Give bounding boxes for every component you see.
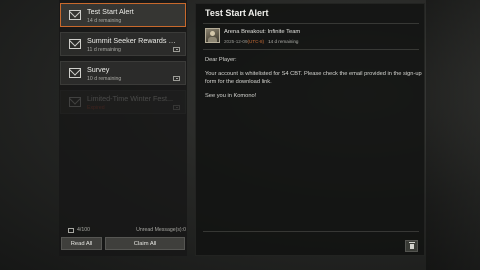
mail-body-line: Your account is whitelisted for S4 CBT. … [205,71,422,77]
mail-item[interactable]: Test Start Alert 14 d remaining [60,3,186,27]
mail-meta: 2025-12-09(UTC-8) 14 d remaining [224,39,298,44]
mail-list-panel: Test Start Alert 14 d remaining Summit S… [59,0,187,256]
mail-item-title: Limited-Time Winter Fest... [87,94,173,103]
mail-detail-title: Test Start Alert [205,8,269,18]
mail-remaining: 14 d remaining [268,39,299,44]
mail-icon [69,68,81,78]
mail-icon [69,10,81,20]
mail-item-title: Test Start Alert [87,7,134,16]
sender-avatar [205,28,220,43]
divider [203,231,419,232]
unread-count: Unread Message(s):0 [136,227,186,233]
mail-item-remaining: 14 d remaining [87,18,122,24]
mail-list: Test Start Alert 14 d remaining Summit S… [59,3,187,119]
attachment-icon [173,76,180,81]
delete-mail-button[interactable] [405,240,418,252]
mail-item-remaining: 10 d remaining [87,76,122,82]
read-all-button[interactable]: Read All [61,237,102,250]
mail-body-line: See you in Komono! [205,93,257,99]
mail-item-title: Summit Seeker Rewards Di... [87,36,179,45]
mail-item-remaining: 11 d remaining [87,47,121,53]
trash-icon [409,242,415,249]
mail-item[interactable]: Summit Seeker Rewards Di... 11 d remaini… [60,32,186,56]
mail-icon [68,228,74,233]
attachment-icon [173,47,180,52]
mail-item[interactable]: Limited-Time Winter Fest... Expired [60,90,186,114]
sender-name: Arena Breakout: Infinite Team [224,29,301,35]
mail-detail-panel: Test Start Alert Arena Breakout: Infinit… [195,3,425,256]
attachment-icon [173,105,180,110]
mail-body-line: Dear Player: [205,57,237,63]
mail-icon [69,39,81,49]
mail-body-line: form for the download link. [205,79,272,85]
mail-screen: Test Start Alert 14 d remaining Summit S… [0,0,480,270]
divider [203,23,419,24]
mail-item[interactable]: Survey 10 d remaining [60,61,186,85]
background-shadow [426,0,480,270]
mail-timezone: (UTC-8) [247,39,265,44]
divider [203,49,419,50]
mail-icon [69,97,81,107]
mailbox-capacity: 4/100 [77,227,90,233]
mail-item-remaining: Expired [87,105,105,111]
mail-item-title: Survey [87,65,110,74]
mailbox-status: 4/100 Unread Message(s):0 [68,227,186,235]
claim-all-button[interactable]: Claim All [105,237,185,250]
mail-date: 2025-12-09 [224,39,248,44]
